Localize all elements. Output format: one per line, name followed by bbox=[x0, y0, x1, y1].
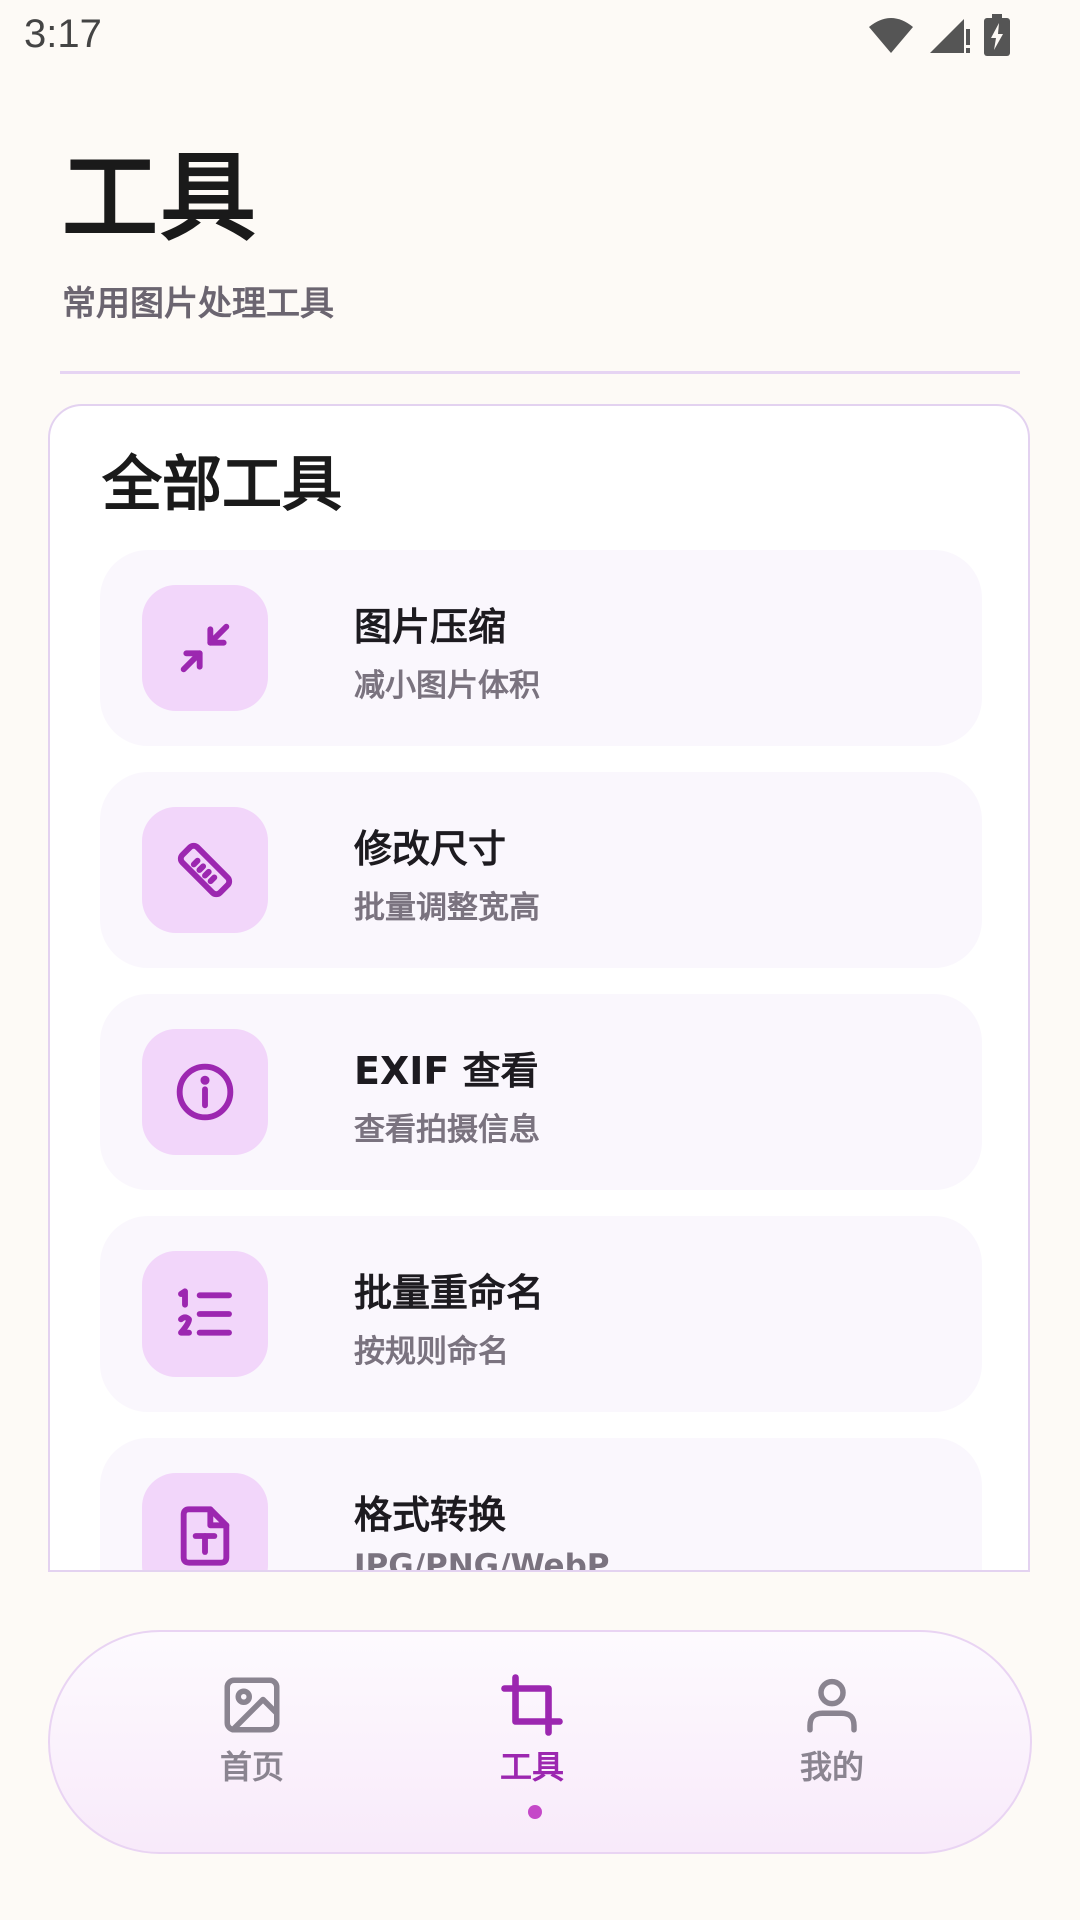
tool-name: EXIF 查看 bbox=[354, 1049, 539, 1093]
tool-card-resize[interactable]: 修改尺寸 批量调整宽高 bbox=[100, 772, 982, 968]
nav-item-home[interactable]: 首页 bbox=[162, 1672, 342, 1788]
image-icon bbox=[224, 1677, 280, 1733]
nav-item-tools[interactable]: 工具 bbox=[442, 1672, 622, 1788]
wifi-icon bbox=[869, 18, 913, 53]
status-time: 3:17 bbox=[24, 12, 102, 56]
tool-card-convert[interactable]: 格式转换 JPG/PNG/WebP bbox=[100, 1438, 982, 1572]
battery-charging-icon bbox=[984, 14, 1010, 56]
nav-label: 工具 bbox=[499, 1748, 564, 1786]
crop-icon bbox=[501, 1674, 563, 1736]
header: 工具 常用图片处理工具 bbox=[62, 150, 334, 325]
tool-icon-tile bbox=[142, 1251, 268, 1377]
tool-name: 修改尺寸 bbox=[354, 827, 507, 871]
tool-desc: 查看拍摄信息 bbox=[354, 1112, 540, 1148]
status-bar: 3:17 bbox=[0, 0, 1080, 72]
status-icons bbox=[868, 14, 1010, 56]
nav-label: 我的 bbox=[799, 1748, 864, 1786]
tool-desc: 减小图片体积 bbox=[354, 668, 540, 704]
tool-name: 格式转换 bbox=[354, 1493, 507, 1537]
tool-icon-tile bbox=[142, 1029, 268, 1155]
tool-card-exif[interactable]: EXIF 查看 查看拍摄信息 bbox=[100, 994, 982, 1190]
tool-card-rename[interactable]: 批量重命名 按规则命名 bbox=[100, 1216, 982, 1412]
tool-desc: 按规则命名 bbox=[354, 1334, 509, 1370]
page-subtitle: 常用图片处理工具 bbox=[62, 284, 334, 324]
file-text-icon bbox=[180, 1506, 230, 1566]
active-indicator-dot bbox=[528, 1805, 542, 1819]
numbered-list-icon bbox=[178, 1288, 232, 1336]
bottom-nav: 首页 工具 我的 bbox=[48, 1630, 1032, 1854]
tool-name: 图片压缩 bbox=[354, 605, 507, 649]
tool-card-compress[interactable]: 图片压缩 减小图片体积 bbox=[100, 550, 982, 746]
person-icon bbox=[807, 1678, 857, 1733]
nav-label: 首页 bbox=[219, 1748, 284, 1786]
ruler-icon bbox=[177, 842, 233, 898]
tool-icon-tile bbox=[142, 1473, 268, 1570]
info-icon bbox=[176, 1063, 234, 1121]
header-divider bbox=[60, 371, 1020, 374]
tool-icon-tile bbox=[142, 807, 268, 933]
tool-desc: 批量调整宽高 bbox=[354, 890, 540, 926]
all-tools-panel[interactable]: 全部工具 图片压缩 减小图片体积 修改尺寸 批量调整宽高 EXIF 查看 查看拍… bbox=[48, 404, 1030, 1572]
tools-list: 图片压缩 减小图片体积 修改尺寸 批量调整宽高 EXIF 查看 查看拍摄信息 批… bbox=[100, 550, 982, 1572]
cellular-signal-icon bbox=[930, 19, 970, 53]
tool-name: 批量重命名 bbox=[354, 1271, 545, 1315]
compress-icon bbox=[180, 623, 230, 673]
nav-item-profile[interactable]: 我的 bbox=[742, 1672, 922, 1788]
tool-icon-tile bbox=[142, 585, 268, 711]
panel-title: 全部工具 bbox=[102, 450, 342, 520]
page-title: 工具 bbox=[62, 142, 258, 254]
tool-desc: JPG/PNG/WebP bbox=[354, 1548, 610, 1572]
